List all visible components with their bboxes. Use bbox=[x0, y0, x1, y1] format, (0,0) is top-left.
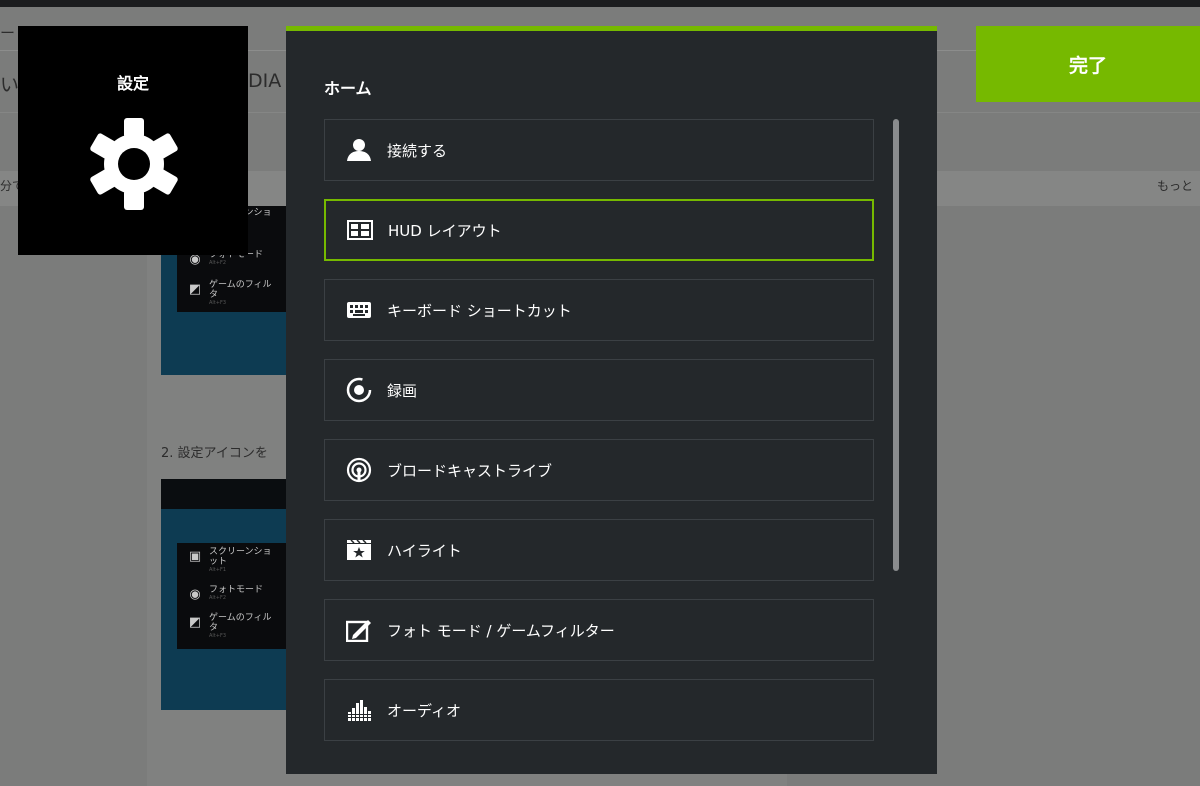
thumb-menu-label: ゲームのフィルタ bbox=[209, 613, 272, 633]
settings-tile: 設定 bbox=[18, 26, 248, 255]
highlight-icon bbox=[345, 538, 373, 562]
menu-item-recording[interactable]: 録画 bbox=[324, 359, 874, 421]
thumb-menu-item: ▣ スクリーンショット Alt+F1 bbox=[187, 547, 279, 574]
done-button[interactable]: 完了 bbox=[976, 26, 1200, 102]
thumb-menu-item: ◉ フォトモード Alt+F2 bbox=[187, 585, 279, 603]
menu-item-broadcast-live[interactable]: ブロードキャストライブ bbox=[324, 439, 874, 501]
filter-icon: ◩ bbox=[188, 615, 202, 630]
thumb-menu-shortcut: Alt+F1 bbox=[209, 567, 227, 573]
menu-item-keyboard-shortcuts[interactable]: キーボード ショートカット bbox=[324, 279, 874, 341]
layout-icon bbox=[346, 218, 374, 242]
image-icon: ▣ bbox=[188, 549, 202, 564]
camera-icon: ◉ bbox=[189, 587, 201, 602]
user-icon bbox=[345, 138, 373, 162]
thumb-menu-label: フォトモード bbox=[209, 585, 264, 595]
top-bar bbox=[0, 0, 1200, 7]
settings-panel: ホーム 接続する HUD レイアウト キーボード ショートカット 録画 ブロード… bbox=[286, 26, 937, 774]
thumb-menu-shortcut: Alt+F2 bbox=[209, 260, 227, 266]
gear-icon bbox=[90, 118, 178, 210]
menu-item-highlights[interactable]: ハイライト bbox=[324, 519, 874, 581]
menu-item-photo-mode-game-filter[interactable]: フォト モード / ゲームフィルター bbox=[324, 599, 874, 661]
thumb-menu-item: ◩ ゲームのフィルタ Alt+F3 bbox=[187, 280, 279, 307]
menu-item-label: オーディオ bbox=[387, 701, 461, 720]
thumb-menu: ▣ スクリーンショット Alt+F1 ◉ フォトモード Alt+F2 ◩ ゲーム… bbox=[177, 543, 286, 649]
menu-item-label: ブロードキャストライブ bbox=[387, 461, 553, 480]
menu-item-audio[interactable]: オーディオ bbox=[324, 679, 874, 741]
bg-step2-text: 2. 設定アイコンを bbox=[161, 446, 268, 461]
thumb-menu-item: ◩ ゲームのフィルタ Alt+F3 bbox=[187, 613, 279, 640]
menu-item-label: キーボード ショートカット bbox=[387, 301, 572, 320]
menu-item-hud-layout[interactable]: HUD レイアウト bbox=[324, 199, 874, 261]
thumb-menu-shortcut: Alt+F3 bbox=[209, 633, 227, 639]
menu-item-label: フォト モード / ゲームフィルター bbox=[387, 621, 615, 640]
keyboard-icon bbox=[345, 298, 373, 322]
settings-title: 設定 bbox=[116, 74, 149, 93]
bg-title-left: い bbox=[0, 74, 20, 96]
menu-item-label: HUD レイアウト bbox=[388, 221, 502, 240]
bg-row3-right: もっと bbox=[1157, 179, 1194, 193]
filter-icon: ◩ bbox=[188, 282, 202, 297]
thumb-header bbox=[161, 479, 286, 509]
scrollbar[interactable] bbox=[893, 119, 899, 571]
thumb-menu-shortcut: Alt+F2 bbox=[209, 595, 227, 601]
audio-icon bbox=[345, 698, 373, 722]
menu-item-connect[interactable]: 接続する bbox=[324, 119, 874, 181]
photo-filter-icon bbox=[345, 618, 373, 642]
menu-item-label: 接続する bbox=[387, 141, 448, 160]
bg-screenshot-2: ▣ スクリーンショット Alt+F1 ◉ フォトモード Alt+F2 ◩ ゲーム… bbox=[161, 479, 286, 710]
broadcast-icon bbox=[345, 457, 373, 483]
panel-title: ホーム bbox=[324, 79, 372, 98]
thumb-menu-label: スクリーンショット bbox=[209, 547, 272, 567]
menu-item-label: ハイライト bbox=[387, 541, 462, 560]
thumb-menu-shortcut: Alt+F3 bbox=[209, 300, 227, 306]
thumb-menu-label: ゲームのフィルタ bbox=[209, 280, 272, 300]
menu-item-label: 録画 bbox=[387, 381, 418, 400]
record-icon bbox=[345, 377, 373, 403]
